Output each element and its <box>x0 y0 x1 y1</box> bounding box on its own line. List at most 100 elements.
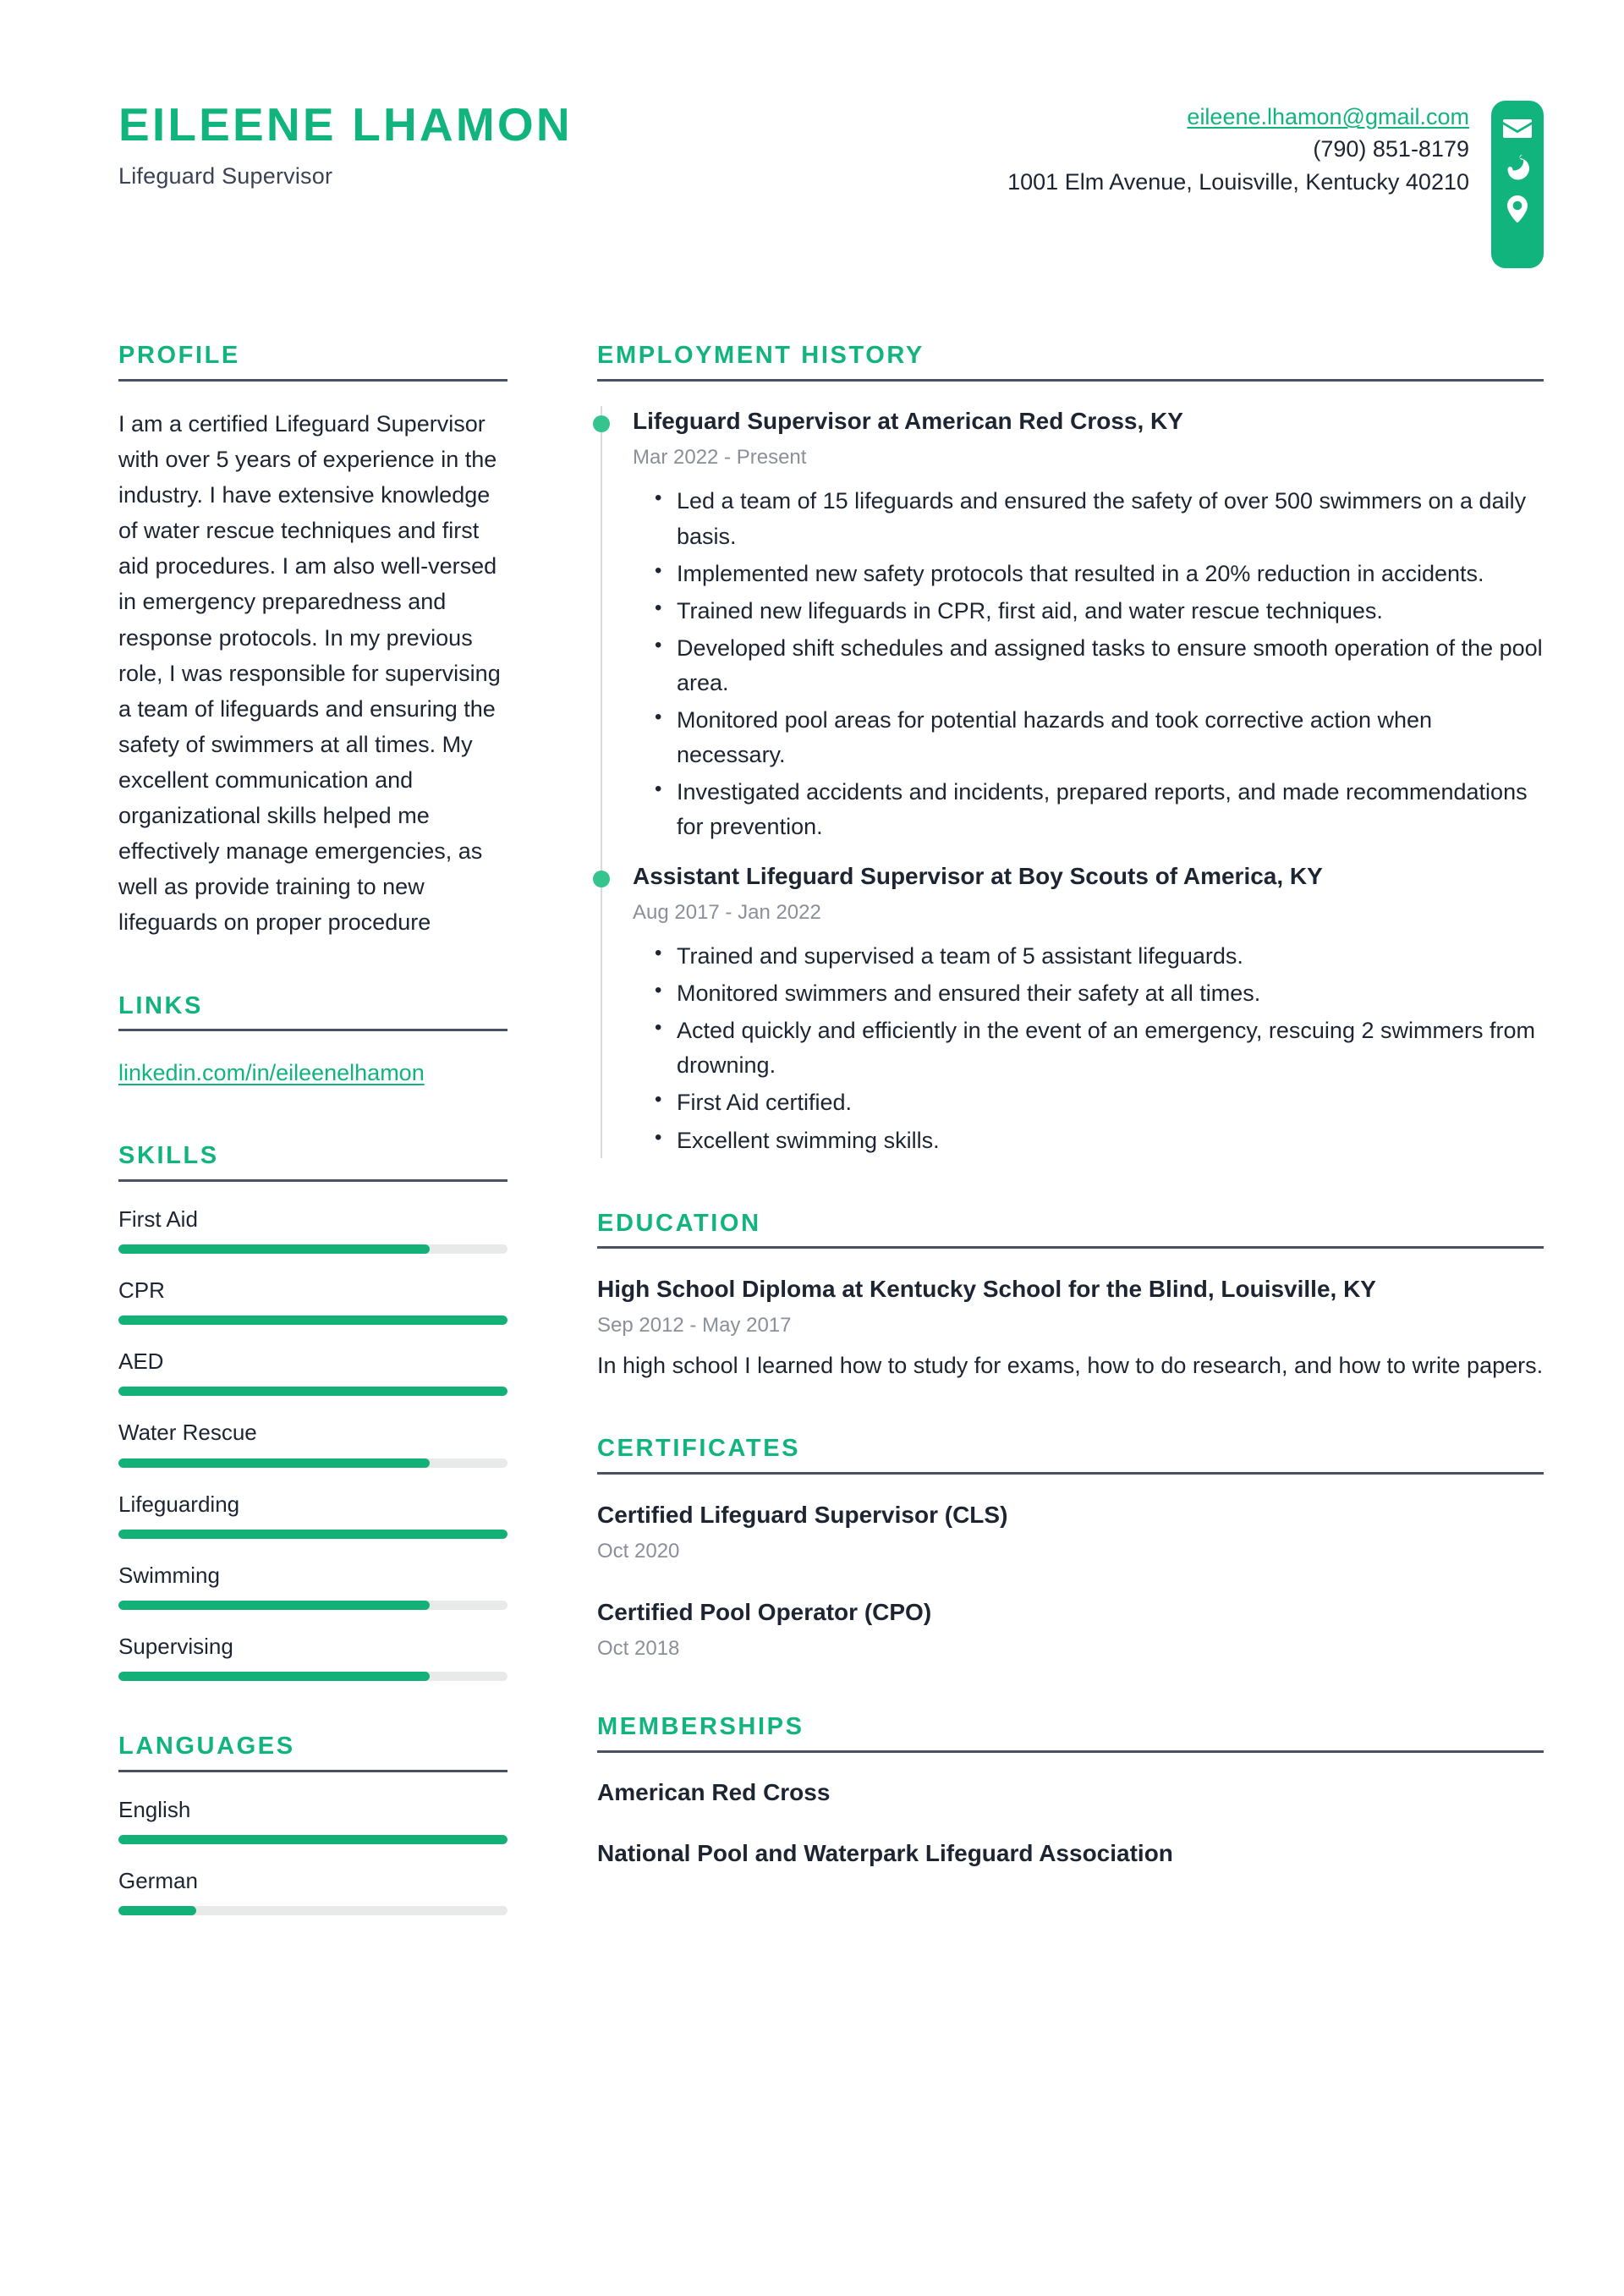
bullet-item: Led a team of 15 lifeguards and ensured … <box>655 483 1544 553</box>
certificate-entry: Certified Pool Operator (CPO) Oct 2018 <box>597 1596 1544 1662</box>
bullet-item: Trained and supervised a team of 5 assis… <box>655 938 1544 974</box>
section-memberships: MEMBERSHIPS American Red Cross National … <box>597 1712 1544 1870</box>
resume-header: EILEENE LHAMON Lifeguard Supervisor eile… <box>0 0 1624 279</box>
skill-bar-fill <box>118 1458 430 1468</box>
skill-bar-track <box>118 1600 508 1610</box>
section-employment-history: EMPLOYMENT HISTORY Lifeguard Supervisor … <box>593 342 1544 1158</box>
languages-section-title: LANGUAGES <box>118 1733 295 1760</box>
section-divider <box>597 1471 1544 1475</box>
employment-entry-title: Assistant Lifeguard Supervisor at Boy Sc… <box>633 862 1323 889</box>
bullet-item: First Aid certified. <box>655 1085 1544 1120</box>
bullet-item: Monitored swimmers and ensured their saf… <box>655 975 1544 1011</box>
skill-label: First Aid <box>118 1206 198 1232</box>
phone-icon <box>1505 155 1530 180</box>
candidate-job-title: Lifeguard Supervisor <box>118 162 333 189</box>
skills-section-title: SKILLS <box>118 1141 219 1169</box>
education-entry: High School Diploma at Kentucky School f… <box>597 1273 1544 1382</box>
language-row: English <box>118 1797 508 1845</box>
section-divider <box>118 1770 508 1773</box>
section-divider <box>118 1178 508 1182</box>
contact-icon-bar <box>1491 101 1544 268</box>
skill-row: Lifeguarding <box>118 1491 508 1539</box>
section-divider <box>597 378 1544 382</box>
employment-section-title: EMPLOYMENT HISTORY <box>597 342 924 369</box>
certificate-title: Certified Lifeguard Supervisor (CLS) <box>597 1501 1008 1528</box>
skill-row: Swimming <box>118 1563 508 1610</box>
skill-bar-fill <box>118 1600 430 1610</box>
skill-label: CPR <box>118 1277 165 1303</box>
skill-bar-fill <box>118 1529 508 1539</box>
language-bar-fill <box>118 1906 196 1916</box>
education-entry-description: In high school I learned how to study fo… <box>597 1353 1544 1379</box>
education-entry-title: High School Diploma at Kentucky School f… <box>597 1276 1376 1303</box>
section-languages: LANGUAGES English German <box>118 1733 508 1916</box>
skill-row: CPR <box>118 1277 508 1326</box>
language-bar-track <box>118 1835 508 1845</box>
profile-section-title: PROFILE <box>118 342 240 369</box>
certificates-section-title: CERTIFICATES <box>597 1434 801 1462</box>
section-skills: SKILLS First Aid CPR AED Water Rescue Li… <box>118 1141 508 1682</box>
section-links: LINKS linkedin.com/in/eileenelhamon <box>118 991 508 1090</box>
skill-label: AED <box>118 1348 164 1375</box>
employment-entry: Lifeguard Supervisor at American Red Cro… <box>593 406 1544 844</box>
bullet-item: Excellent swimming skills. <box>655 1123 1544 1158</box>
timeline-dot-icon <box>593 870 610 887</box>
contact-email-line: eileene.lhamon@gmail.com <box>1007 101 1469 133</box>
skill-bar-fill <box>118 1316 508 1326</box>
section-certificates: CERTIFICATES Certified Lifeguard Supervi… <box>597 1434 1544 1662</box>
section-education: EDUCATION High School Diploma at Kentuck… <box>597 1209 1544 1383</box>
link-item-linkedin[interactable]: linkedin.com/in/eileenelhamon <box>118 1056 425 1090</box>
bullet-item: Investigated accidents and incidents, pr… <box>655 774 1544 844</box>
profile-text: I am a certified Lifeguard Supervisor wi… <box>118 410 501 936</box>
links-section-title: LINKS <box>118 991 203 1019</box>
employment-timeline: Lifeguard Supervisor at American Red Cro… <box>593 405 1544 1158</box>
language-label: English <box>118 1797 191 1823</box>
bullet-item: Trained new lifeguards in CPR, first aid… <box>655 593 1544 629</box>
resume-page: EILEENE LHAMON Lifeguard Supervisor eile… <box>0 0 1624 2296</box>
skill-row: AED <box>118 1348 508 1397</box>
bullet-item: Acted quickly and efficiently in the eve… <box>655 1013 1544 1083</box>
certificate-entry: Certified Lifeguard Supervisor (CLS) Oct… <box>597 1499 1544 1564</box>
timeline-dot-icon <box>593 415 610 432</box>
bullet-item: Developed shift schedules and assigned t… <box>655 630 1544 700</box>
skill-row: Water Rescue <box>118 1420 508 1468</box>
languages-list: English German <box>118 1797 508 1916</box>
candidate-name: EILEENE LHAMON <box>118 98 573 151</box>
skill-bar-fill <box>118 1672 430 1682</box>
section-divider <box>597 1749 1544 1753</box>
skill-bar-track <box>118 1244 508 1254</box>
skill-label: Water Rescue <box>118 1420 257 1446</box>
language-row: German <box>118 1868 508 1916</box>
memberships-section-title: MEMBERSHIPS <box>597 1712 804 1740</box>
section-divider <box>118 378 508 382</box>
employment-entry-title: Lifeguard Supervisor at American Red Cro… <box>633 407 1183 434</box>
location-pin-icon <box>1507 195 1528 222</box>
membership-item: National Pool and Waterpark Lifeguard As… <box>597 1840 1173 1867</box>
skill-row: First Aid <box>118 1206 508 1254</box>
section-profile: PROFILE I am a certified Lifeguard Super… <box>118 342 508 941</box>
skill-bar-track <box>118 1529 508 1539</box>
contact-email[interactable]: eileene.lhamon@gmail.com <box>1187 104 1469 129</box>
membership-item: American Red Cross <box>597 1778 831 1805</box>
certificate-date: Oct 2020 <box>597 1539 680 1563</box>
skill-bar-track <box>118 1672 508 1682</box>
employment-entry-date: Mar 2022 - Present <box>633 446 807 470</box>
bullet-item: Implemented new safety protocols that re… <box>655 556 1544 591</box>
resume-body: PROFILE I am a certified Lifeguard Super… <box>0 279 1624 1916</box>
employment-entry-bullets: Led a team of 15 lifeguards and ensured … <box>633 483 1544 844</box>
section-divider <box>118 1029 508 1032</box>
contact-address: 1001 Elm Avenue, Louisville, Kentucky 40… <box>1007 168 1469 195</box>
skill-bar-track <box>118 1458 508 1468</box>
skill-bar-track <box>118 1387 508 1397</box>
certificate-title: Certified Pool Operator (CPO) <box>597 1598 932 1625</box>
skill-row: Supervising <box>118 1634 508 1682</box>
employment-entry: Assistant Lifeguard Supervisor at Boy Sc… <box>593 861 1544 1158</box>
skill-label: Lifeguarding <box>118 1491 240 1517</box>
header-identity: EILEENE LHAMON Lifeguard Supervisor <box>118 89 573 190</box>
language-bar-track <box>118 1906 508 1916</box>
header-contact: eileene.lhamon@gmail.com (790) 851-8179 … <box>1007 89 1544 268</box>
education-section-title: EDUCATION <box>597 1209 761 1237</box>
language-label: German <box>118 1868 198 1894</box>
language-bar-fill <box>118 1835 508 1845</box>
contact-details: eileene.lhamon@gmail.com (790) 851-8179 … <box>1007 101 1491 198</box>
